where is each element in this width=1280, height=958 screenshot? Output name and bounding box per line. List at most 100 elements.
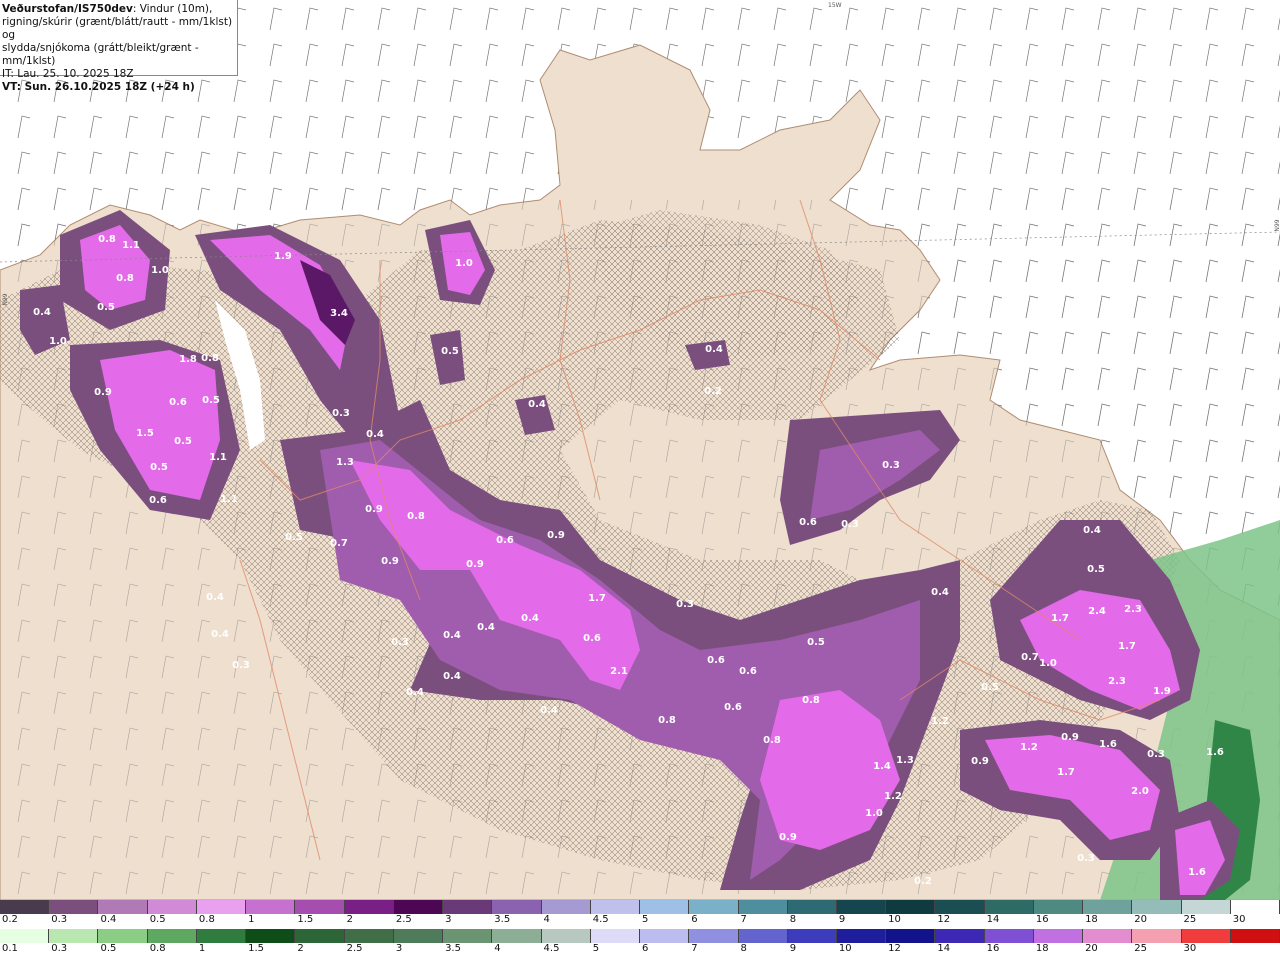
precip-value-label: 1.9 — [274, 251, 292, 262]
precip-value-label: 0.9 — [971, 756, 989, 767]
colorbar-tick-label: 1 — [248, 914, 255, 925]
colorbar-tick-label: 20 — [1134, 914, 1148, 925]
colorbar-tick-label: 2.5 — [395, 914, 412, 925]
colorbar-cell — [492, 929, 542, 943]
colorbar-tick-label: 14 — [937, 943, 951, 954]
colorbar-tick-label: 0.1 — [2, 943, 18, 954]
precip-value-label: 1.3 — [896, 755, 914, 766]
initial-time: IT: Lau. 25. 10. 2025 18Z — [2, 68, 134, 80]
precip-value-label: 0.5 — [1087, 564, 1105, 575]
colorbar-cell — [590, 900, 641, 914]
colorbar-cell — [935, 929, 985, 943]
colorbar-tick-label: 9 — [838, 914, 846, 925]
colorbar-rain-ticks: 0.1 0.3 0.5 0.8 1 1.5 2 2.5 3 3.5 4 4.5 5 6 7 8 9 10 12 14 1… — [0, 943, 1280, 957]
precip-value-label: 0.5 — [285, 532, 303, 543]
precip-value-label: 0.9 — [365, 504, 383, 515]
colorbar-tick-label: 3 — [395, 943, 403, 954]
valid-time: VT: Sun. 26.10.2025 18Z (+24 h) — [2, 81, 195, 93]
precip-value-label: 1.8 — [179, 354, 197, 365]
colorbar-tick-label: 4.5 — [592, 914, 609, 925]
precip-value-label: 0.8 — [201, 353, 219, 364]
precip-value-label: 0.5 — [202, 395, 220, 406]
precip-value-label: 0.3 — [1147, 749, 1165, 760]
colorbar-cell — [836, 900, 887, 914]
colorbar-cell — [0, 900, 50, 914]
colorbar-cell — [98, 929, 148, 943]
colorbar-tick-label: 0.3 — [51, 943, 68, 954]
precip-value-label: 0.2 — [704, 386, 722, 397]
colorbar-cell — [492, 900, 542, 914]
colorbar-cell — [590, 929, 641, 943]
source-title: Veðurstofan/IS750dev — [2, 3, 133, 15]
precip-value-label: 0.4 — [406, 687, 424, 698]
precip-value-label: 1.6 — [1188, 867, 1206, 878]
precip-value-label: 0.8 — [116, 273, 134, 284]
precip-value-label: 0.4 — [1083, 525, 1101, 536]
colorbar-tick-label: 30 — [1183, 943, 1197, 954]
colorbar-tick-label: 16 — [986, 943, 1000, 954]
colorbar-cell — [295, 929, 345, 943]
precip-value-label: 0.3 — [841, 519, 859, 530]
precip-value-label: 0.4 — [931, 587, 949, 598]
precip-value-label: 0.4 — [528, 399, 546, 410]
precip-value-label: 0.4 — [211, 629, 229, 640]
colorbar-cell — [1083, 929, 1133, 943]
precip-value-label: 0.5 — [807, 637, 825, 648]
colorbar-tick-label: 25 — [1134, 943, 1148, 954]
colorbar-cell — [393, 929, 444, 943]
colorbar-tick-label: 6 — [642, 943, 649, 954]
precip-value-label: 0.5 — [441, 346, 459, 357]
precip-value-label: 0.5 — [174, 436, 192, 447]
colorbar-cell — [1230, 900, 1280, 914]
colorbar-cell — [98, 900, 148, 914]
colorbar-cell — [886, 929, 936, 943]
precip-value-label: 1.0 — [455, 258, 473, 269]
precip-value-label: 0.5 — [150, 462, 168, 473]
colorbar-cell — [443, 929, 493, 943]
colorbar-cell — [443, 900, 493, 914]
colorbar-cell — [147, 900, 197, 914]
precip-value-label: 1.0 — [865, 808, 883, 819]
colorbar-tick-label: 18 — [1085, 914, 1098, 925]
colorbar-tick-label: 8 — [789, 914, 797, 925]
forecast-map[interactable]: 0.8 1.1 1.0 0.8 0.4 0.5 1.0 1.9 3.4 1.0 0.5 0.4 0.4 0… — [0, 0, 1280, 900]
precip-value-label: 0.3 — [882, 460, 900, 471]
colorbar-tick-label: 20 — [1085, 943, 1098, 954]
colorbar-tick-label: 1.5 — [297, 914, 314, 925]
colorbar-cell — [1132, 900, 1182, 914]
precip-value-label: 3.4 — [330, 308, 348, 319]
colorbar-cell — [787, 900, 837, 914]
precip-value-label: 0.9 — [1061, 732, 1079, 743]
colorbar-cell — [1033, 900, 1084, 914]
colorbar-cell — [640, 900, 690, 914]
precip-value-label: 1.2 — [1020, 742, 1038, 753]
precip-value-label: 1.1 — [209, 452, 227, 463]
colorbar-snow-ticks: 0.2 0.3 0.4 0.5 0.8 1 1.5 2 2.5 3 3.5 4 4.5 5 6 7 8 9 10 12… — [0, 914, 1280, 928]
precip-value-label: 1.7 — [588, 593, 606, 604]
colorbar-cell — [541, 929, 591, 943]
header-line2: rigning/skúrir (grænt/blátt/rautt - mm/1… — [2, 16, 233, 41]
precip-value-label: 0.4 — [443, 630, 461, 641]
colorbar-tick-label: 14 — [986, 914, 1000, 925]
colorbar-tick-label: 2.5 — [346, 943, 363, 954]
precip-value-label: 2.3 — [1124, 604, 1142, 615]
longitude-label-top: 15W — [828, 2, 842, 9]
colorbar-cell — [886, 900, 936, 914]
colorbar-cell — [836, 929, 887, 943]
precip-value-label: 0.9 — [94, 387, 112, 398]
colorbar-tick-label: 3 — [445, 914, 452, 925]
precip-value-label: 0.4 — [443, 671, 461, 682]
colorbar-cell — [640, 929, 690, 943]
precip-value-label: 0.7 — [330, 538, 348, 549]
precip-value-label: 0.8 — [98, 234, 116, 245]
colorbar-cell — [1230, 929, 1280, 943]
colorbar-tick-label: 3.5 — [494, 914, 511, 925]
colorbar-tick-label: 12 — [888, 943, 901, 954]
precip-value-label: 1.0 — [151, 265, 169, 276]
colorbar-tick-label: 8 — [740, 943, 747, 954]
colorbar-tick-label: 2 — [297, 943, 304, 954]
precip-value-label: 1.1 — [220, 494, 238, 505]
precip-value-label: 0.9 — [779, 832, 797, 843]
precip-value-label: 0.6 — [149, 495, 167, 506]
precip-value-label: 0.4 — [366, 429, 384, 440]
